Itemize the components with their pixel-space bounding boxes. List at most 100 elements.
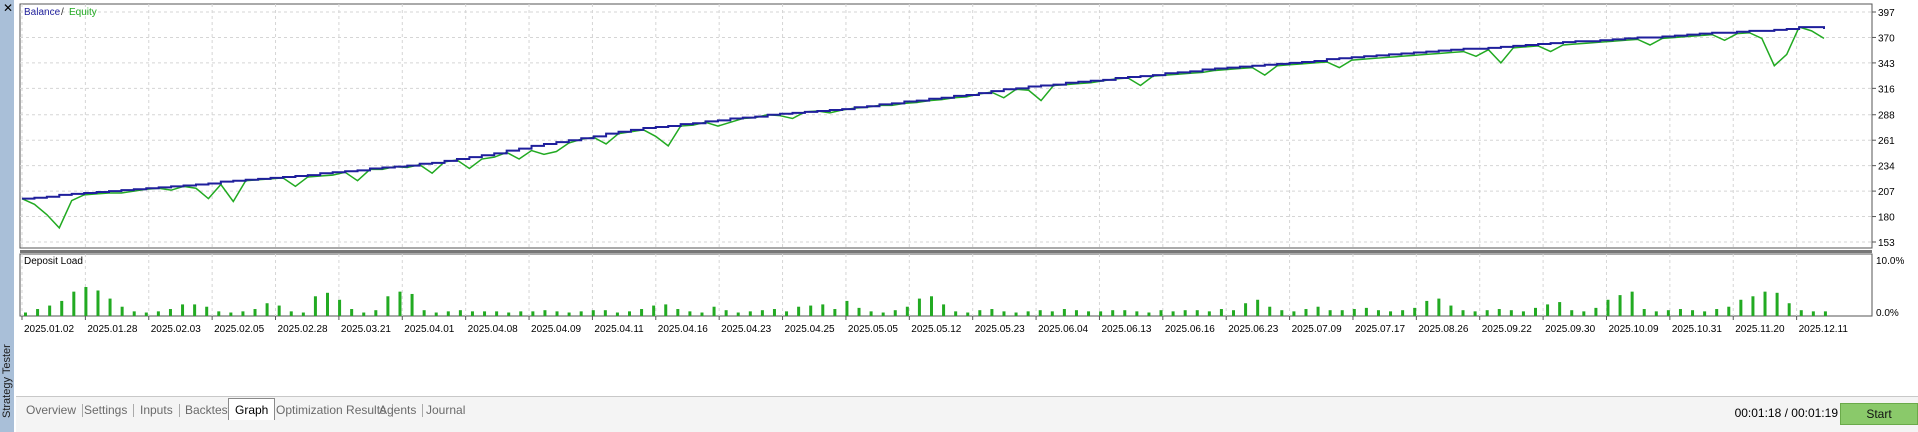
deposit-load-bar [483,311,487,316]
deposit-load-bar [1509,310,1513,316]
deposit-load-bar [398,291,402,316]
deposit-load-bar [1195,310,1199,316]
deposit-load-bar [1062,309,1066,316]
deposit-load-bar [495,311,499,316]
tab-settings[interactable]: Settings [78,401,135,419]
x-tick-label: 2025.01.28 [87,324,137,335]
legend-separator: / [61,7,64,18]
deposit-load-bar [1715,309,1719,316]
deposit-load-bar [1787,303,1791,316]
deposit-load-bar [664,304,668,316]
deposit-load-bar [772,309,776,316]
deposit-load-bar [1703,311,1707,316]
deposit-load-bar [833,309,837,316]
deposit-load-bar [615,312,619,316]
deposit-load-bar [1159,310,1163,316]
pane-divider[interactable] [20,250,1872,253]
deposit-load-bar [1244,303,1248,316]
y-tick-label: 316 [1878,84,1895,95]
deposit-load-bar [1074,310,1078,316]
deposit-load-bar [760,310,764,316]
tab-agents[interactable]: Agents [373,401,424,419]
deposit-load-bar [1437,298,1441,316]
deposit-load-bar [1691,310,1695,316]
x-tick-label: 2025.07.09 [1292,324,1342,335]
y-tick-label: 153 [1878,238,1895,249]
deposit-load-bar [1328,310,1332,316]
deposit-load-bar [1751,296,1755,316]
deposit-load-bar [181,304,185,316]
deposit-load-bar [48,305,52,316]
deposit-load-bar [1171,311,1175,316]
x-tick-label: 2025.01.02 [24,324,74,335]
deposit-load-bar [1558,302,1562,316]
deposit-load-bar [217,311,221,316]
deposit-load-bar [60,300,64,316]
deposit-load-bar [229,312,233,316]
deposit-load-bar [905,306,909,316]
deposit-load-bar [36,309,40,316]
deposit-load-bar [1666,310,1670,316]
deposit-load-bar [326,292,329,316]
deposit-load-bar [1582,311,1586,316]
deposit-load-bar [446,311,450,316]
x-tick-label: 2025.07.17 [1355,324,1405,335]
x-tick-label: 2025.04.23 [721,324,771,335]
tab-inputs[interactable]: Inputs [134,401,180,419]
x-tick-label: 2025.09.30 [1545,324,1595,335]
deposit-load-bar [277,305,281,316]
tab-overview[interactable]: Overview [20,401,84,419]
deposit-load-bar [132,311,136,316]
start-button[interactable]: Start [1840,403,1918,425]
deposit-load-bar [1340,310,1344,316]
deposit-load-bar [579,311,583,316]
deposit-load-bar [1570,310,1574,316]
deposit-load-bar [1739,299,1743,316]
deposit-load-bar [156,311,160,316]
deposit-load-bar [785,311,789,316]
deposit-load-bar [869,311,873,316]
deposit-load-bar [1038,310,1042,316]
deposit-load-bar [241,311,245,316]
deposit-load-bar [265,303,269,316]
deposit-load-bar [857,307,861,316]
deposit-load-bar [797,306,801,316]
deposit-load-bar [193,304,197,316]
deposit-load-bar [458,310,462,316]
strategy-graph: 397 370 343 316 288 261 234 207 180 153 Balance /… [16,3,1918,396]
deposit-load-bar [1183,310,1187,316]
y-tick-label: 261 [1878,136,1895,147]
deposit-load-bar [1461,310,1465,316]
x-tick-label: 2025.04.01 [404,324,454,335]
deposit-load-bar [531,311,535,316]
y-tick-label: 343 [1878,59,1895,70]
deposit-load-bar [1678,309,1682,316]
deposit-load-bar [1026,311,1030,316]
deposit-load-bar [519,311,523,316]
x-tick-label: 2025.11.20 [1735,324,1785,335]
deposit-load-bar [144,312,148,316]
deposit-load-bar [555,311,559,316]
deposit-load-bar [1642,309,1646,316]
tab-journal[interactable]: Journal [420,401,471,419]
x-tick-label: 2025.02.03 [151,324,201,335]
x-tick-label: 2025.02.05 [214,324,264,335]
deposit-load-bar [942,304,946,316]
deposit-load-bar [1630,291,1634,316]
deposit-load-bar [748,311,752,316]
deposit-load-bar [954,311,958,316]
deposit-load-bar [917,298,921,316]
x-tick-label: 2025.12.11 [1799,324,1849,335]
deposit-load-bar [108,298,112,316]
deposit-load-bar [1497,309,1501,316]
legend-equity: Equity [69,7,97,18]
tab-graph[interactable]: Graph [228,398,276,421]
deposit-load-bar [1352,309,1356,316]
deposit-load-bar [434,312,438,316]
deposit-load-bar [603,310,607,316]
deposit-load-bar [168,309,172,316]
close-icon[interactable]: ✕ [2,2,14,14]
deposit-load-bar [1256,299,1260,316]
y-tick-label: 288 [1878,111,1895,122]
x-tick-label: 2025.10.31 [1672,324,1722,335]
